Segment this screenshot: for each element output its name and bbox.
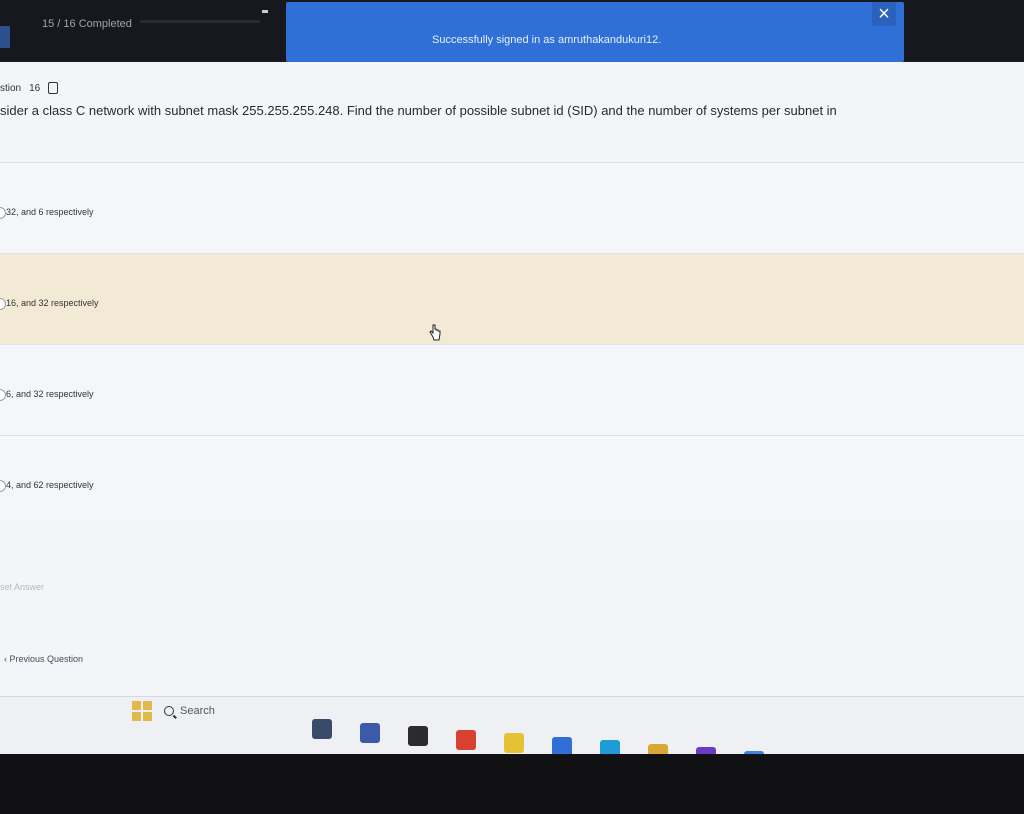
flag-icon[interactable]	[48, 82, 59, 94]
answer-option-2[interactable]: 16, and 32 respectively	[0, 253, 1024, 344]
app-logo-icon	[0, 26, 10, 48]
chat-app-icon[interactable]	[360, 722, 380, 743]
camera-app-icon[interactable]	[456, 729, 476, 750]
option-label: 6, and 32 respectively	[6, 389, 94, 399]
question-panel: stion 16 sider a class C network with su…	[0, 62, 1024, 702]
question-header: stion 16	[0, 78, 59, 98]
answer-option-3[interactable]: 6, and 32 respectively	[0, 344, 1024, 435]
close-icon[interactable]: ×	[872, 2, 896, 26]
desk-surface	[0, 754, 1024, 814]
search-icon	[164, 706, 174, 716]
question-text: sider a class C network with subnet mask…	[0, 103, 837, 118]
answer-option-1[interactable]: 32, and 6 respectively	[0, 162, 1024, 253]
option-label: 16, and 32 respectively	[6, 298, 99, 308]
answer-options: 32, and 6 respectively 16, and 32 respec…	[0, 162, 1024, 526]
option-label: 32, and 6 respectively	[6, 207, 94, 217]
windows-start-icon[interactable]	[132, 701, 152, 721]
previous-question-link[interactable]: ‹ Previous Question	[4, 654, 83, 664]
question-label: stion	[0, 82, 22, 94]
progress-track	[140, 20, 260, 23]
notes-app-icon[interactable]	[504, 733, 524, 753]
signin-toast: Successfully signed in as amruthakanduku…	[286, 2, 904, 62]
taskbar-search[interactable]: Search	[164, 699, 284, 723]
search-label: Search	[180, 705, 215, 717]
option-label: 4, and 62 respectively	[6, 480, 94, 490]
progress-text: 15 / 16 Completed	[42, 18, 132, 30]
toast-message: Successfully signed in as amruthakanduku…	[432, 34, 662, 46]
taskbar: Search	[0, 696, 1024, 785]
minimize-icon[interactable]	[262, 10, 268, 13]
person-app-icon[interactable]	[312, 719, 332, 739]
answer-option-4[interactable]: 4, and 62 respectively	[0, 435, 1024, 526]
hand-cursor-icon	[429, 324, 441, 341]
reset-answer-link[interactable]: set Answer	[0, 582, 44, 592]
question-number: 16	[29, 82, 41, 94]
files-app-icon[interactable]	[408, 726, 428, 746]
